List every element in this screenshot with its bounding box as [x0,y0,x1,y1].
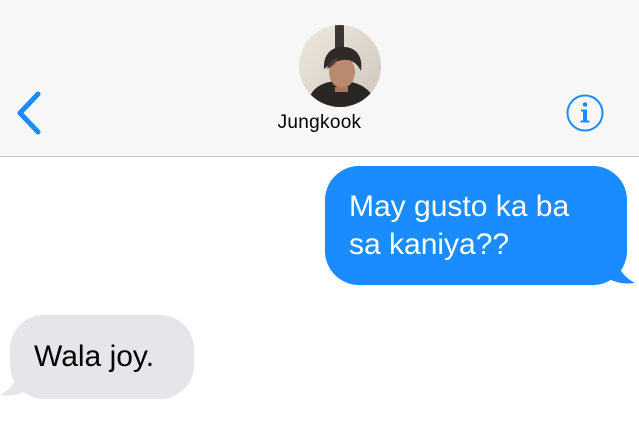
info-button[interactable] [565,93,605,133]
info-icon [566,94,604,132]
sent-message-bubble[interactable]: May gusto ka ba sa kaniya?? [325,166,627,285]
received-message-bubble[interactable]: Wala joy. [10,315,194,399]
contact-name[interactable]: Jungkook [0,112,639,134]
contact-avatar[interactable] [299,25,381,107]
message-thread[interactable]: May gusto ka ba sa kaniya?? Wala joy. [0,157,639,445]
avatar-photo [299,25,381,107]
message-text: May gusto ka ba sa kaniya?? [349,190,570,261]
navigation-header: Jungkook [0,0,639,157]
message-text: Wala joy. [34,340,155,373]
